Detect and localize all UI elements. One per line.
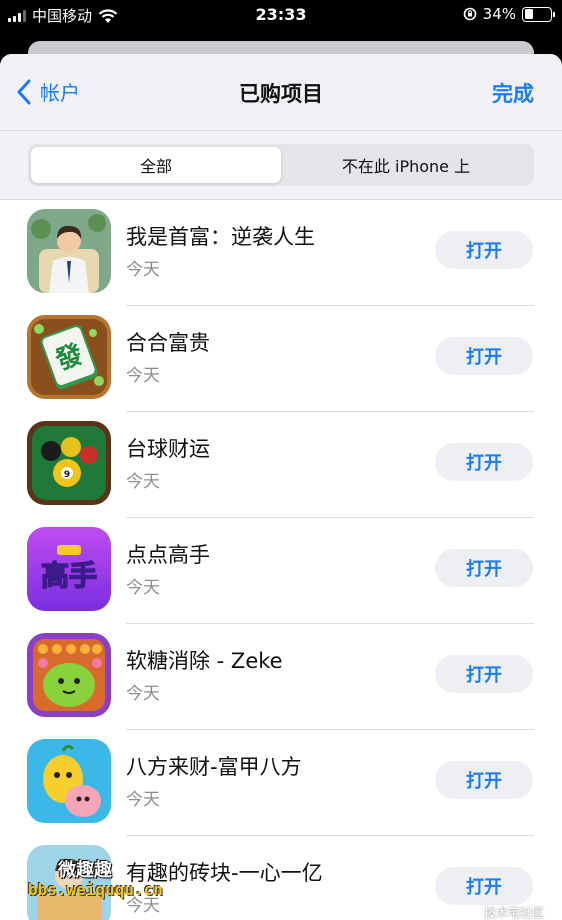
watermark-logo: 微趣趣 bbs.weiququ.cn bbox=[28, 852, 198, 912]
rotation-lock-icon bbox=[463, 7, 476, 21]
battery-fill bbox=[524, 9, 533, 19]
svg-text:高手: 高手 bbox=[41, 559, 97, 592]
watermark-url: bbs.weiququ.cn bbox=[28, 880, 163, 899]
status-right: 34% bbox=[463, 5, 555, 23]
app-name: 合合富贵 bbox=[126, 331, 210, 355]
app-name: 点点高手 bbox=[126, 543, 210, 567]
back-label: 帐户 bbox=[40, 81, 80, 105]
app-date: 今天 bbox=[126, 472, 160, 492]
open-button[interactable]: 打开 bbox=[435, 867, 533, 905]
app-name: 我是首富：逆袭人生 bbox=[126, 225, 315, 249]
svg-text:9: 9 bbox=[64, 470, 70, 480]
open-button[interactable]: 打开 bbox=[435, 231, 533, 269]
filter-bar: 全部 不在此 iPhone 上 bbox=[0, 131, 562, 200]
app-date: 今天 bbox=[126, 790, 160, 810]
done-button[interactable]: 完成 bbox=[492, 78, 534, 108]
cartoon-app-icon bbox=[27, 739, 111, 823]
battery-percent: 34% bbox=[482, 5, 516, 23]
list-item[interactable]: 高手 点点高手 今天 打开 bbox=[0, 518, 562, 624]
back-button[interactable]: 帐户 bbox=[16, 77, 80, 106]
page-title: 已购项目 bbox=[239, 82, 323, 106]
list-item[interactable]: 八方来财-富甲八方 今天 打开 bbox=[0, 730, 562, 836]
purchased-sheet: 帐户 已购项目 完成 全部 不在此 iPhone 上 我是首富：逆袭人生 今天 … bbox=[0, 54, 562, 920]
app-name: 台球财运 bbox=[126, 437, 210, 461]
app-date: 今天 bbox=[126, 260, 160, 280]
gaoshou-app-icon: 高手 bbox=[27, 527, 111, 611]
candy-app-icon bbox=[27, 633, 111, 717]
list-item[interactable]: 9 台球财运 今天 打开 bbox=[0, 412, 562, 518]
app-date: 今天 bbox=[126, 684, 160, 704]
billiards-app-icon: 9 bbox=[27, 421, 111, 505]
segmented-control: 全部 不在此 iPhone 上 bbox=[28, 144, 534, 186]
open-button[interactable]: 打开 bbox=[435, 549, 533, 587]
app-list: 我是首富：逆袭人生 今天 打开 發 合合富贵 今天 打开 9 台球财运 今天 打… bbox=[0, 200, 562, 920]
watermark-title: 微趣趣 bbox=[58, 860, 112, 881]
chevron-left-icon bbox=[17, 79, 31, 104]
app-name: 八方来财-富甲八方 bbox=[126, 755, 302, 779]
navigation-bar: 帐户 已购项目 完成 bbox=[0, 54, 562, 131]
businessman-app-icon bbox=[27, 209, 111, 293]
watermark-corner: 技术宅社区 bbox=[483, 906, 544, 920]
app-date: 今天 bbox=[126, 578, 160, 598]
app-date: 今天 bbox=[126, 366, 160, 386]
segment-not-on-device[interactable]: 不在此 iPhone 上 bbox=[281, 147, 531, 183]
list-item[interactable]: 软糖消除 - Zeke 今天 打开 bbox=[0, 624, 562, 730]
status-bar: 中国移动 23:33 34% bbox=[0, 0, 562, 30]
list-item[interactable]: 我是首富：逆袭人生 今天 打开 bbox=[0, 200, 562, 306]
app-name: 软糖消除 - Zeke bbox=[126, 649, 283, 673]
open-button[interactable]: 打开 bbox=[435, 655, 533, 693]
battery-icon bbox=[522, 6, 555, 22]
mahjong-app-icon: 發 bbox=[27, 315, 111, 399]
list-item[interactable]: 發 合合富贵 今天 打开 bbox=[0, 306, 562, 412]
open-button[interactable]: 打开 bbox=[435, 761, 533, 799]
open-button[interactable]: 打开 bbox=[435, 443, 533, 481]
segment-all[interactable]: 全部 bbox=[31, 147, 281, 183]
open-button[interactable]: 打开 bbox=[435, 337, 533, 375]
